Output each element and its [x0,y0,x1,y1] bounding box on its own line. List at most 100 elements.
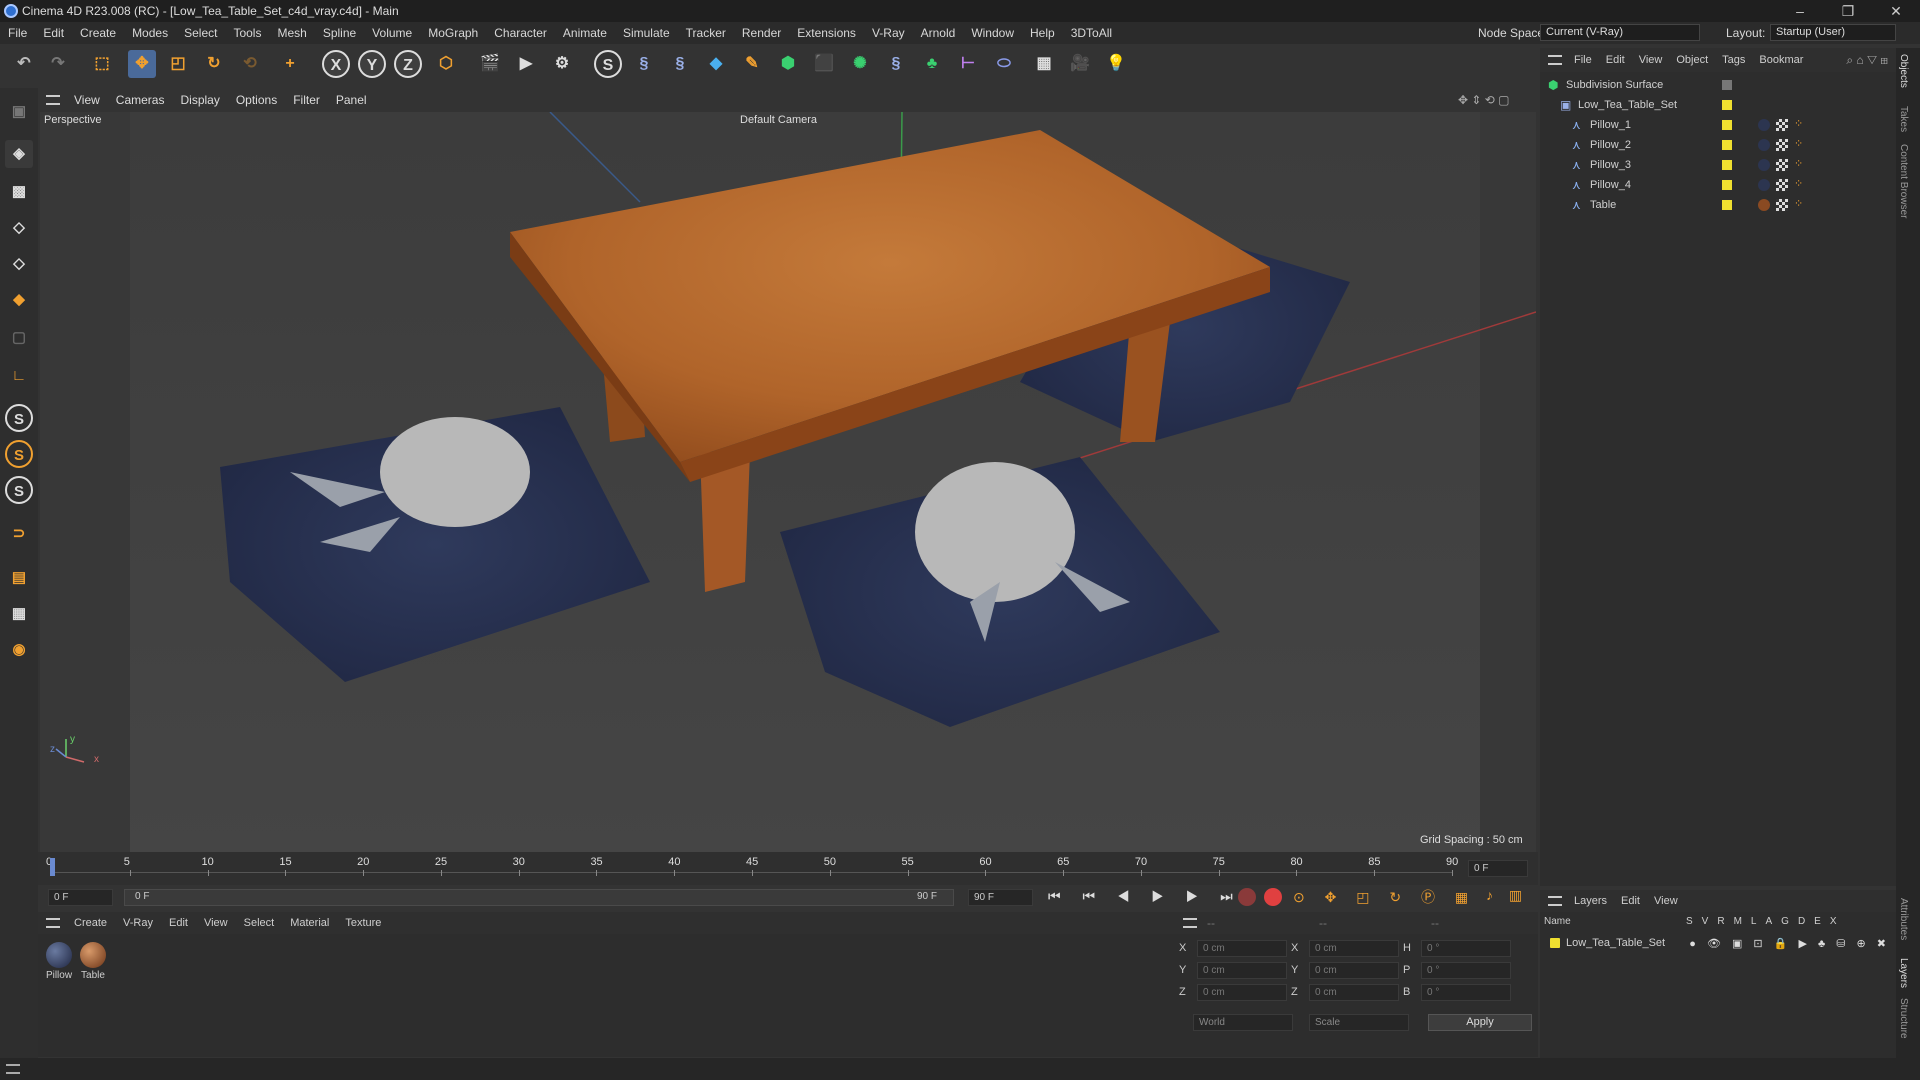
mograph-icon[interactable]: ♣ [918,50,946,78]
viewport-menu-cameras[interactable]: Cameras [116,93,165,107]
locked-workplane-icon[interactable]: ◉ [5,636,33,664]
mat-menu-create[interactable]: Create [74,917,107,929]
object-name[interactable]: Pillow_1 [1590,119,1631,131]
material-tag-icon[interactable] [1758,119,1770,131]
start-frame-field[interactable]: 0 F [48,889,113,906]
close-button[interactable]: ✕ [1876,0,1916,22]
material-tag-icon[interactable] [1758,179,1770,191]
mat-menu-select[interactable]: Select [244,917,275,929]
layer-color-swatch[interactable] [1722,120,1732,130]
hamburger-icon[interactable] [1548,896,1562,906]
key-filters[interactable]: ⊙ ✥ ◰ ↻ Ⓟ ▦ [1293,887,1476,907]
texture-mode-icon[interactable]: ▩ [5,178,33,206]
hamburger-icon[interactable] [1548,55,1562,65]
object-name[interactable]: Pillow_3 [1590,159,1631,171]
hamburger-icon[interactable] [1183,918,1197,928]
selection-tag-icon[interactable]: ⁘ [1794,137,1803,150]
uv-mode-icon[interactable]: ▢ [5,324,33,352]
tab-content-browser[interactable]: Content Browser [1898,144,1909,218]
playhead[interactable] [50,858,55,876]
axis-mode-icon[interactable]: ∟ [5,362,33,390]
layout-select[interactable]: Startup (User) [1770,24,1896,41]
menu-volume[interactable]: Volume [364,26,420,40]
material-tag-icon[interactable] [1758,199,1770,211]
layer-color-swatch[interactable] [1722,200,1732,210]
object-row[interactable]: ▣ Low_Tea_Table_Set [1540,96,1896,116]
tag-icon[interactable]: ⬭ [990,50,1018,78]
transport-controls[interactable]: ⏮ ⏮ ◀ ▶ ▶ ⏭ [1048,888,1242,905]
menu-render[interactable]: Render [734,26,789,40]
redo-icon[interactable]: ↷ [44,50,72,78]
mat-menu-vray[interactable]: V-Ray [123,917,153,929]
y-axis-lock-icon[interactable]: Y [358,50,386,78]
material-pillow[interactable]: Pillow [44,942,74,981]
coord-value-field[interactable]: 0 cm [1197,984,1287,1001]
model-mode-icon[interactable]: ◈ [5,140,33,168]
object-name[interactable]: Table [1590,199,1616,211]
object-row[interactable]: ⋏ Pillow_4 ⁘ [1540,176,1896,196]
workplane-icon[interactable]: ▤ [5,564,33,592]
material-tag-icon[interactable] [1758,159,1770,171]
layer-color-swatch[interactable] [1722,100,1732,110]
object-name[interactable]: Subdivision Surface [1566,79,1663,91]
light-icon[interactable]: 💡 [1102,50,1130,78]
render-region-icon[interactable]: 🎬 [476,50,504,78]
layer-row[interactable]: Low_Tea_Table_Set ● 👁 ▣ ⊡ 🔒 ▶ ♣ ⛁ ⊕ ✖ [1550,934,1890,952]
menu-vray[interactable]: V-Ray [864,26,913,40]
object-name[interactable]: Low_Tea_Table_Set [1578,99,1677,111]
edges-mode-icon[interactable]: ◇ [5,250,33,278]
record-keyframe-icon[interactable] [1238,888,1256,906]
pen-spline-icon[interactable]: ✎ [738,50,766,78]
uvw-tag-icon[interactable] [1776,199,1788,211]
apply-button[interactable]: Apply [1428,1014,1532,1031]
cloner-icon[interactable]: ✺ [846,50,874,78]
viewport-nav-icons[interactable]: ✥ ⇕ ⟲ ▢ [1458,93,1510,107]
points-mode-icon[interactable]: ◇ [5,214,33,242]
object-row[interactable]: ⋏ Pillow_2 ⁘ [1540,136,1896,156]
range-slider[interactable]: 0 F 90 F [124,889,954,906]
tab-objects[interactable]: Objects [1898,54,1909,88]
obj-menu-tags[interactable]: Tags [1722,54,1745,66]
viewport-menu-panel[interactable]: Panel [336,93,367,107]
3d-viewport[interactable]: Perspective Default Camera Grid Spacing … [40,112,1536,852]
snap-icon[interactable]: S [5,404,33,432]
hamburger-icon[interactable] [6,1064,20,1074]
hamburger-icon[interactable] [46,918,60,928]
field-icon[interactable]: ⊢ [954,50,982,78]
hamburger-icon[interactable] [46,95,60,105]
object-row[interactable]: ⬢ Subdivision Surface [1540,76,1896,96]
selection-tag-icon[interactable]: ⁘ [1794,177,1803,190]
mat-menu-edit[interactable]: Edit [169,917,188,929]
python-icon-2[interactable]: § [666,50,694,78]
grid-icon[interactable]: ▦ [5,600,33,628]
magnet-icon[interactable]: ⊃ [5,520,33,548]
menu-simulate[interactable]: Simulate [615,26,678,40]
menu-create[interactable]: Create [72,26,124,40]
autokey-icon[interactable] [1264,888,1282,906]
menu-file[interactable]: File [0,26,35,40]
menu-character[interactable]: Character [486,26,555,40]
object-row[interactable]: ⋏ Table ⁘ [1540,196,1896,216]
coord-mode-select[interactable]: World [1193,1014,1293,1031]
layer-color-swatch[interactable] [1722,140,1732,150]
camera-label[interactable]: Default Camera [740,114,817,126]
viewport-menu-filter[interactable]: Filter [293,93,320,107]
z-axis-lock-icon[interactable]: Z [394,50,422,78]
obj-menu-object[interactable]: Object [1676,54,1708,66]
menu-mesh[interactable]: Mesh [269,26,314,40]
object-row[interactable]: ⋏ Pillow_1 ⁘ [1540,116,1896,136]
maximize-button[interactable]: ❐ [1828,0,1868,22]
menu-mograph[interactable]: MoGraph [420,26,486,40]
menu-3dtoall[interactable]: 3DToAll [1063,26,1120,40]
menu-window[interactable]: Window [963,26,1022,40]
tab-layers[interactable]: Layers [1898,958,1909,988]
python-icon-1[interactable]: § [630,50,658,78]
obj-menu-bookmarks[interactable]: Bookmar [1759,54,1803,66]
coord-scale-select[interactable]: Scale [1309,1014,1409,1031]
end-frame-field[interactable]: 90 F [968,889,1033,906]
render-view-icon[interactable]: ▶ [512,50,540,78]
minimize-button[interactable]: – [1780,0,1820,22]
deformer-icon[interactable]: § [882,50,910,78]
transform-tool-icon[interactable]: + [276,50,304,78]
menu-extensions[interactable]: Extensions [789,26,864,40]
